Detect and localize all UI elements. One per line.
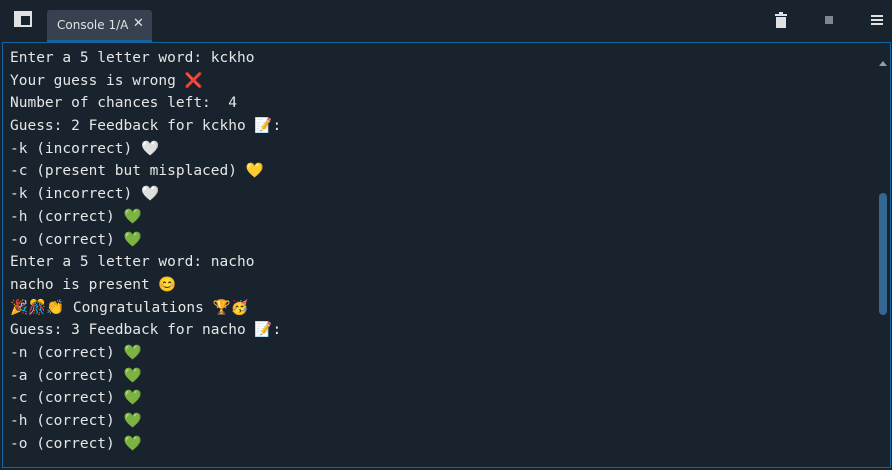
- console-line: Guess: 3 Feedback for nacho 📝:: [10, 322, 282, 339]
- console-pane[interactable]: Enter a 5 letter word: kckho Your guess …: [2, 42, 891, 468]
- console-line: nacho is present 😊: [10, 276, 177, 293]
- console-line: -c (present but misplaced) 💛: [10, 163, 264, 180]
- console-line: -o (correct) 💚: [10, 231, 142, 248]
- scroll-up-arrow-icon[interactable]: [879, 61, 887, 66]
- window-icon[interactable]: [14, 11, 32, 27]
- console-line: -h (correct) 💚: [10, 208, 142, 225]
- console-line: Enter a 5 letter word: nacho: [10, 254, 255, 271]
- trash-icon[interactable]: [772, 11, 790, 29]
- console-line: -k (incorrect) 🤍: [10, 140, 160, 157]
- console-line: Number of chances left: 4: [10, 95, 237, 112]
- console-line: Guess: 2 Feedback for kckho 📝:: [10, 118, 282, 135]
- vertical-scrollbar[interactable]: [876, 43, 890, 467]
- console-output[interactable]: Enter a 5 letter word: kckho Your guess …: [10, 47, 870, 465]
- tab-bar: Console 1/A ✕: [0, 0, 892, 42]
- console-line: Your guess is wrong ❌: [10, 72, 203, 89]
- tab-label: Console 1/A: [57, 18, 129, 32]
- console-line: -k (incorrect) 🤍: [10, 186, 160, 203]
- console-line: 🎉🎊👏 Congratulations 🏆🥳: [10, 299, 249, 316]
- console-line: -o (correct) 💚: [10, 435, 142, 452]
- console-line: -c (correct) 💚: [10, 390, 142, 407]
- console-line: -a (correct) 💚: [10, 367, 142, 384]
- scrollbar-thumb[interactable]: [879, 193, 887, 315]
- tab-console[interactable]: Console 1/A ✕: [47, 10, 152, 42]
- console-line: -n (correct) 💚: [10, 344, 142, 361]
- console-line: -h (correct) 💚: [10, 413, 142, 429]
- ide-console-window: Console 1/A ✕ Enter a 5 letter word: kck…: [0, 0, 892, 470]
- console-line: Enter a 5 letter word: kckho: [10, 50, 255, 66]
- menu-icon[interactable]: [868, 11, 886, 29]
- close-icon[interactable]: ✕: [133, 16, 144, 32]
- stop-icon[interactable]: [820, 11, 838, 29]
